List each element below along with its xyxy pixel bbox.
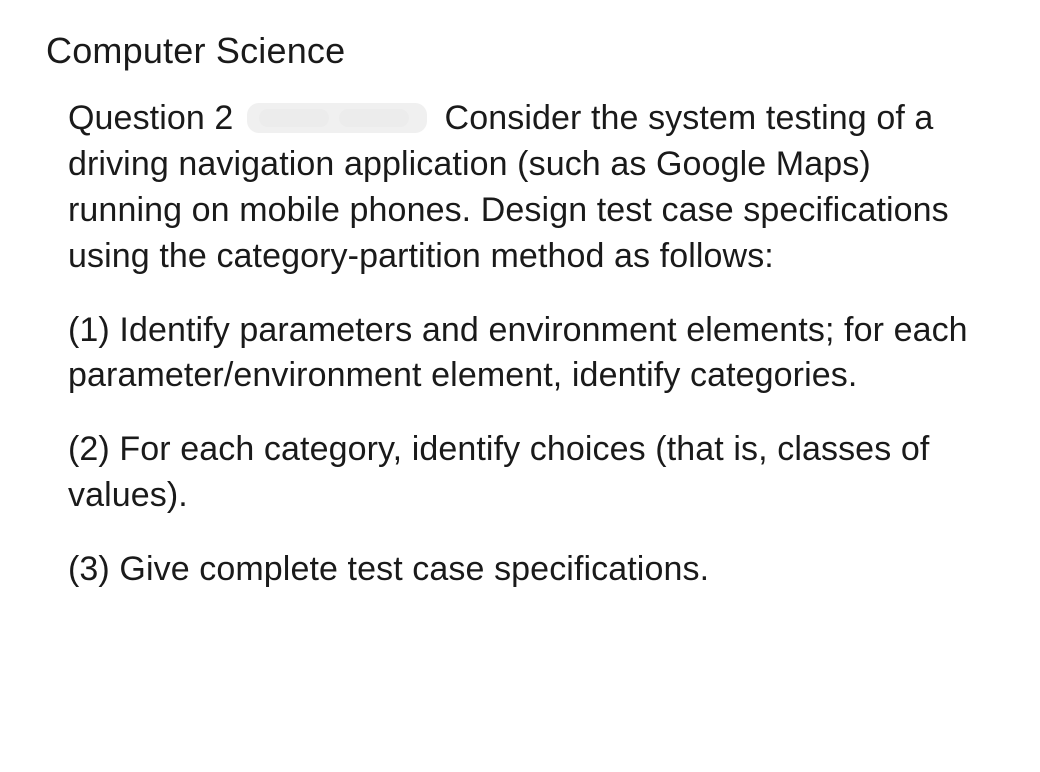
question-body: Question 2 Consider the system testing o… xyxy=(40,96,1000,593)
question-label: Question 2 xyxy=(68,99,233,137)
subject-heading: Computer Science xyxy=(40,30,1000,72)
question-part-1: (1) Identify parameters and environment … xyxy=(68,308,980,400)
question-part-2: (2) For each category, identify choices … xyxy=(68,427,980,519)
question-part-3: (3) Give complete test case specificatio… xyxy=(68,547,980,593)
question-intro: Question 2 Consider the system testing o… xyxy=(68,96,980,280)
redacted-region xyxy=(247,103,427,133)
